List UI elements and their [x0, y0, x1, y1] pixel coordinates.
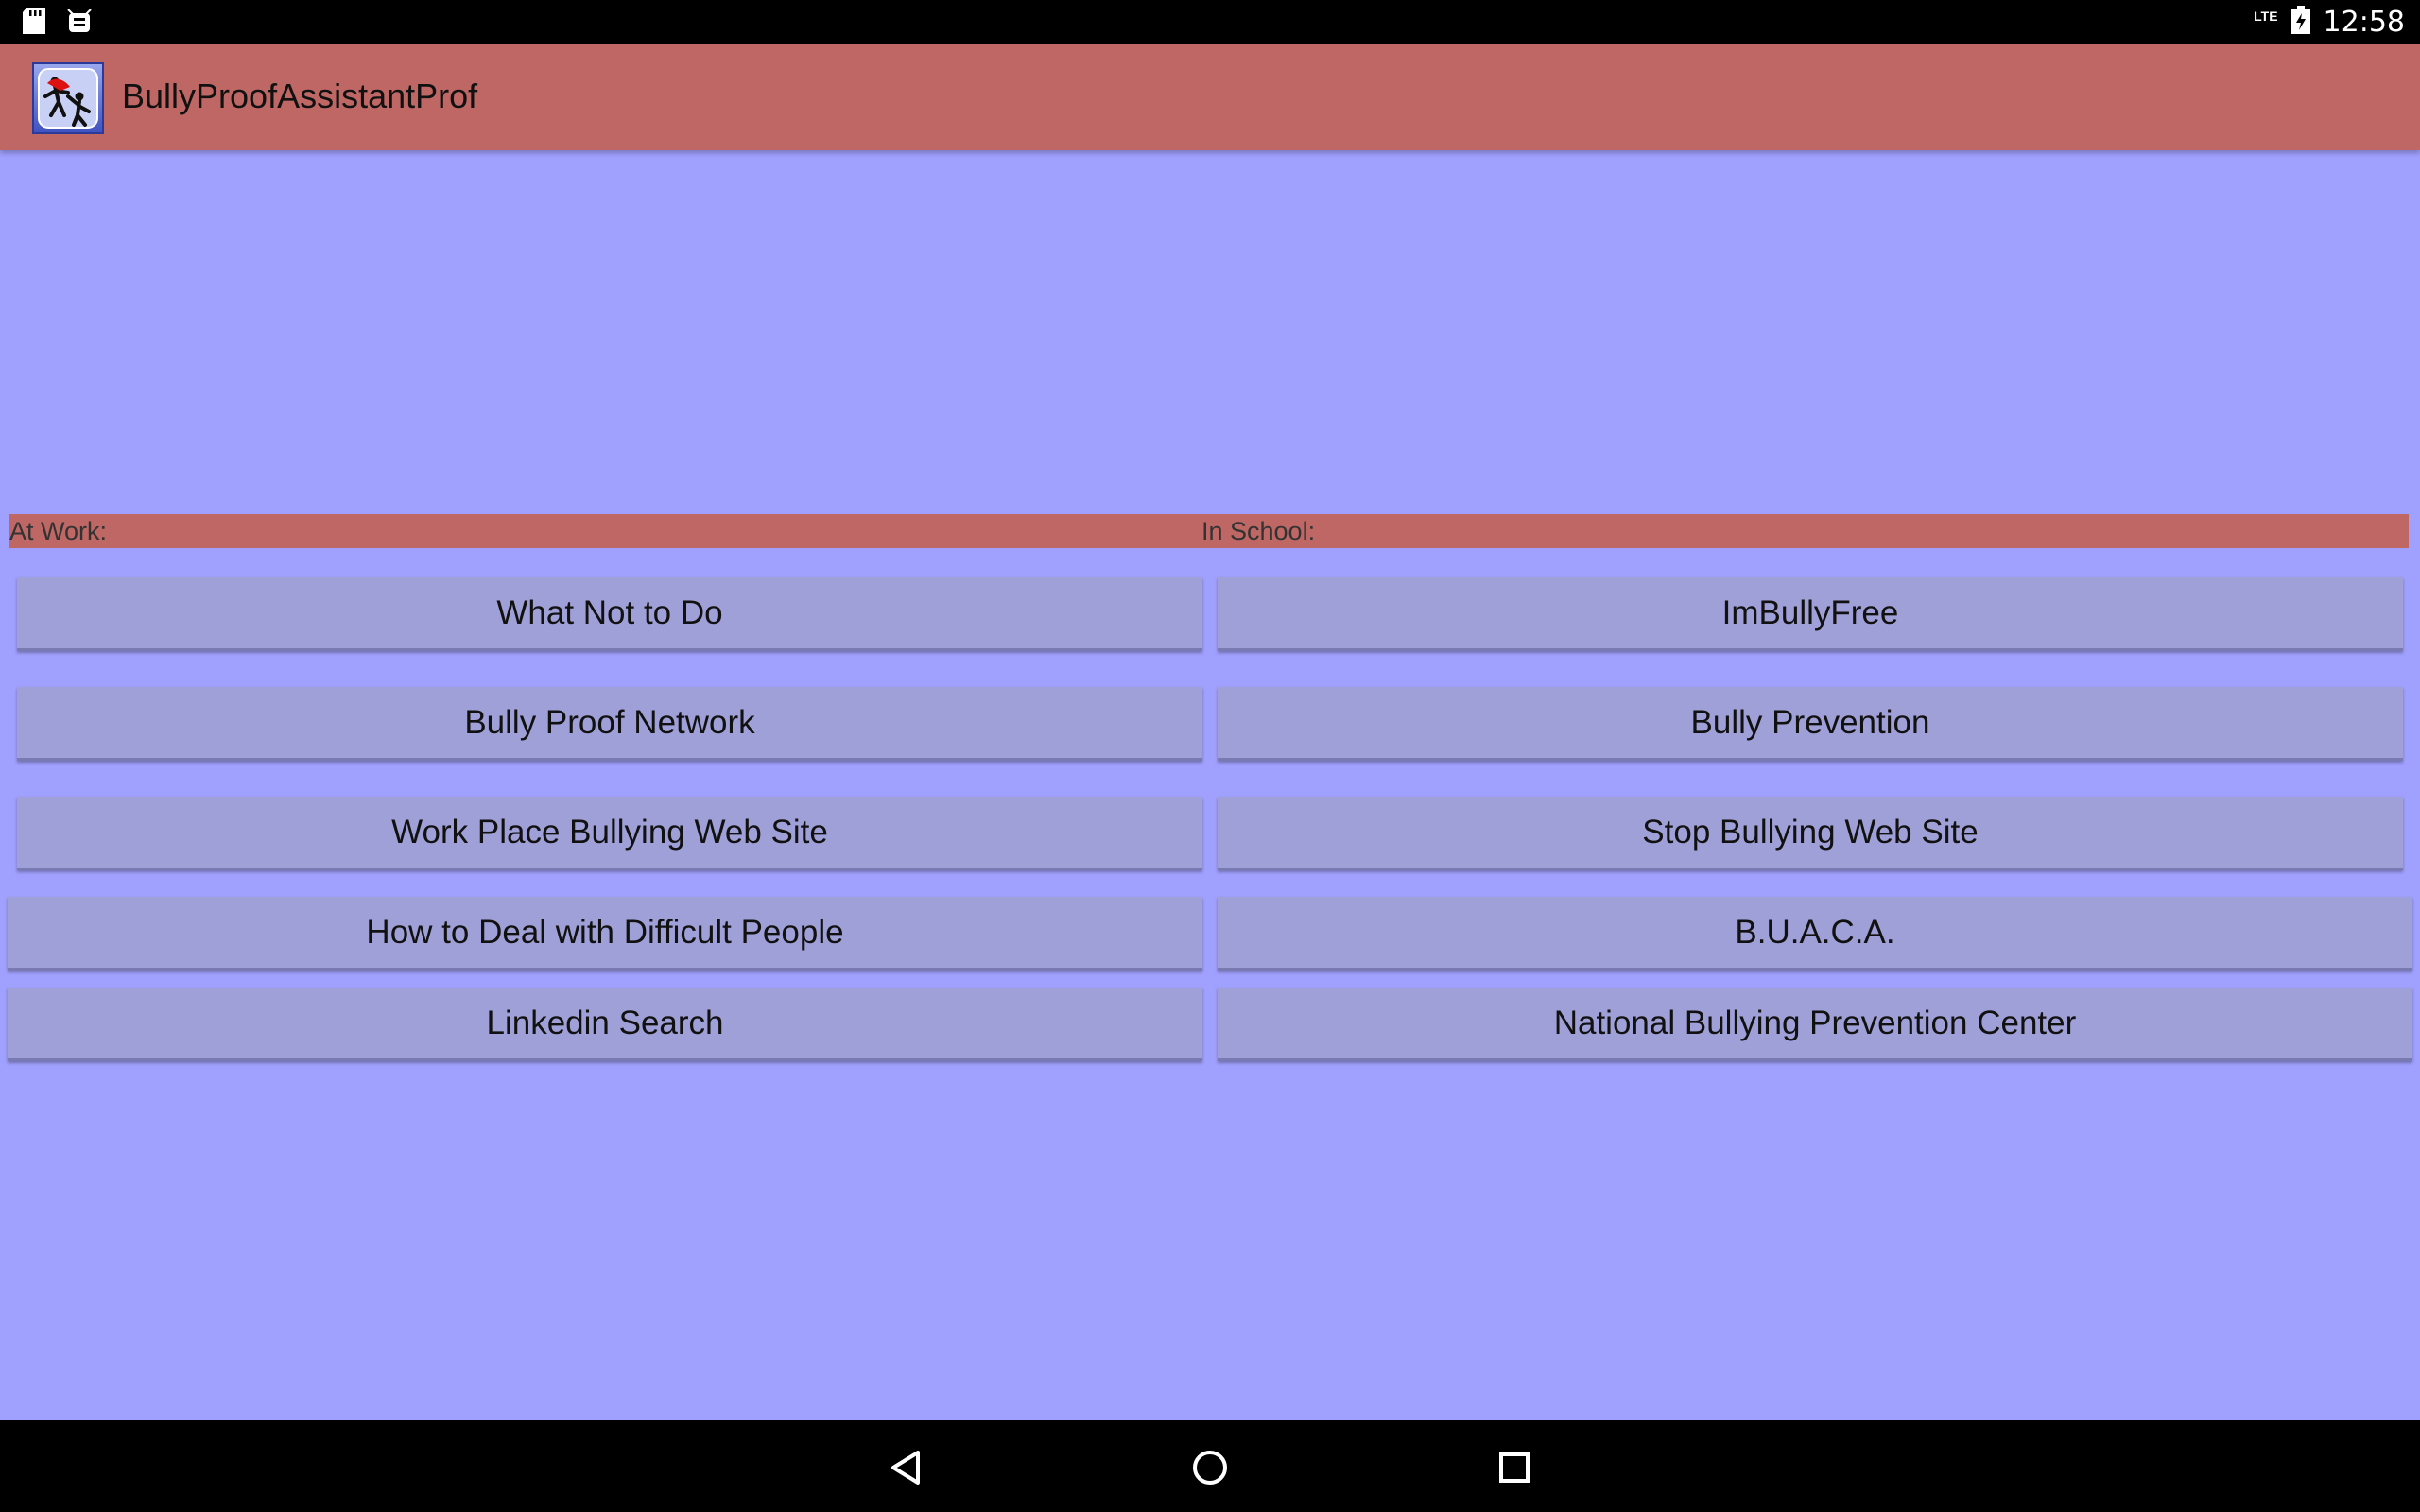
buaca-button[interactable]: B.U.A.C.A. [1218, 897, 2412, 971]
bully-proof-network-button[interactable]: Bully Proof Network [17, 687, 1202, 761]
clock: 12:58 [2323, 6, 2405, 39]
deal-with-difficult-people-button[interactable]: How to Deal with Difficult People [8, 897, 1202, 971]
navigation-bar [0, 1420, 2420, 1512]
sd-card-icon [23, 7, 45, 39]
section-header: At Work: In School: [9, 514, 2409, 548]
battery-icon [2290, 6, 2310, 39]
recents-icon[interactable] [1488, 1441, 1541, 1494]
status-bar: LTE 12:58 [0, 0, 2420, 44]
in-school-label: In School: [1201, 517, 1316, 545]
back-icon[interactable] [880, 1441, 933, 1494]
bully-prevention-button[interactable]: Bully Prevention [1218, 687, 2403, 761]
at-work-label: At Work: [9, 517, 108, 545]
action-bar: BullyProofAssistantProf [0, 44, 2420, 150]
linkedin-search-button[interactable]: Linkedin Search [8, 988, 1202, 1061]
work-place-bullying-website-button[interactable]: Work Place Bullying Web Site [17, 797, 1202, 870]
stop-bullying-website-button[interactable]: Stop Bullying Web Site [1218, 797, 2403, 870]
app-title: BullyProofAssistantProf [122, 77, 478, 115]
national-bullying-prevention-center-button[interactable]: National Bullying Prevention Center [1218, 988, 2412, 1061]
notification-icons [23, 7, 93, 39]
home-icon[interactable] [1184, 1441, 1236, 1494]
system-status: LTE 12:58 [2254, 0, 2405, 44]
what-not-to-do-button[interactable]: What Not to Do [17, 577, 1202, 651]
network-type: LTE [2254, 8, 2278, 24]
imbullyfree-button[interactable]: ImBullyFree [1218, 577, 2403, 651]
app-logo-icon [32, 62, 104, 134]
android-debug-icon [66, 8, 93, 39]
